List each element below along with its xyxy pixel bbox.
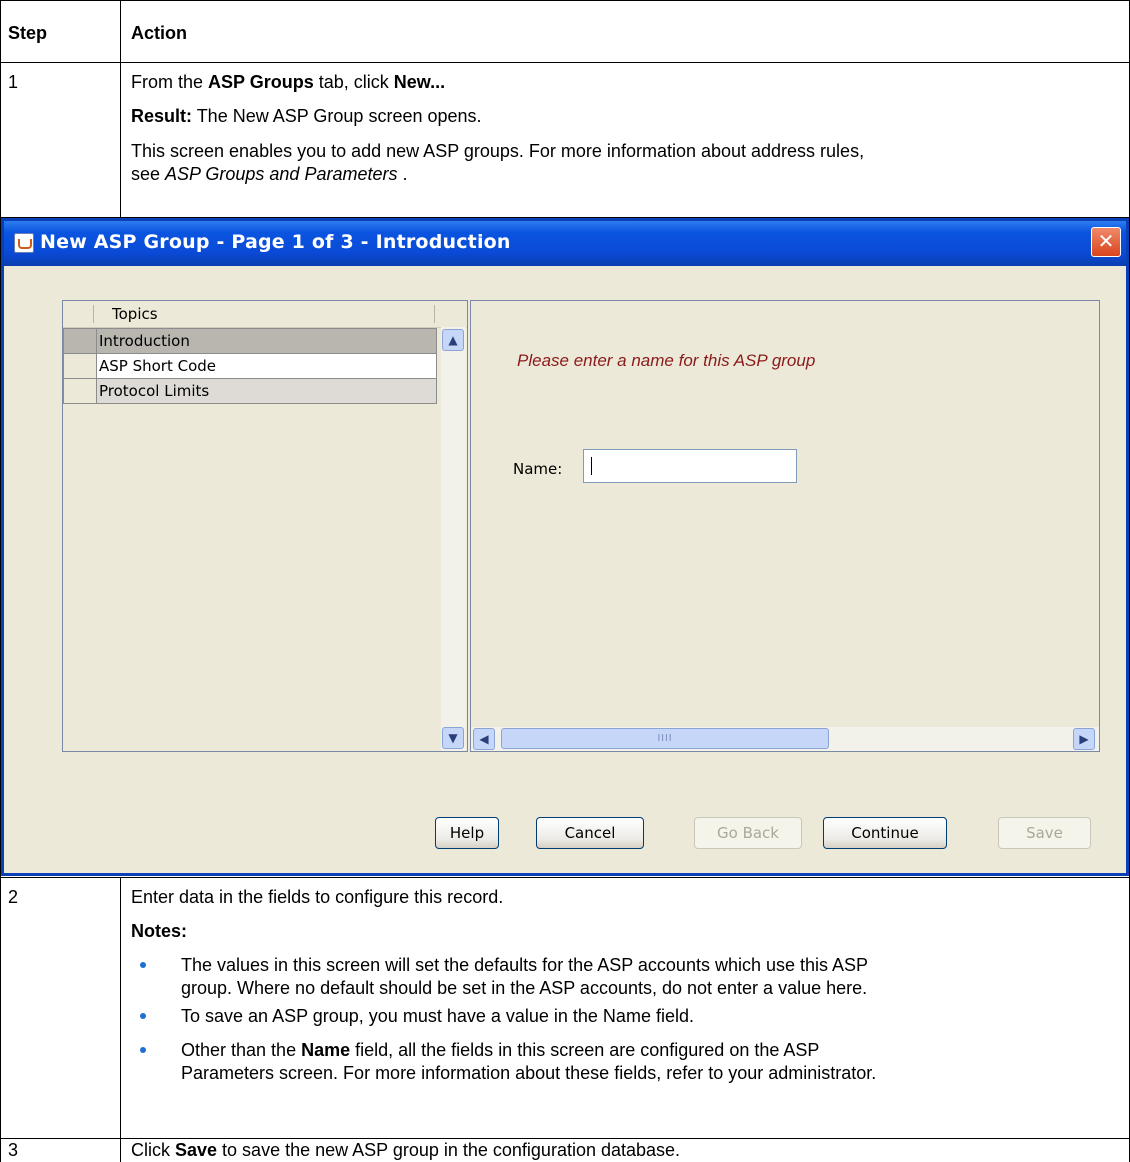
table-col-divider-lower — [120, 877, 121, 1162]
note3-line2: Parameters screen. For more information … — [181, 1063, 877, 1083]
scroll-up-icon[interactable]: ▲ — [442, 329, 464, 351]
table-col-divider — [120, 0, 121, 218]
close-button[interactable]: ✕ — [1091, 227, 1121, 257]
go-back-button[interactable]: Go Back — [694, 817, 802, 849]
note2-line1: To save an ASP group, you must have a va… — [181, 1006, 694, 1026]
procedure-table: Step Action 1 From the ASP Groups tab, c… — [0, 0, 1130, 1162]
new-asp-group-dialog: New ASP Group - Page 1 of 3 - Introducti… — [1, 218, 1129, 876]
scroll-down-icon[interactable]: ▼ — [442, 727, 464, 749]
step1-result: Result: The New ASP Group screen opens. — [131, 106, 482, 126]
help-button[interactable]: Help — [435, 817, 499, 849]
continue-button[interactable]: Continue — [823, 817, 947, 849]
name-prompt: Please enter a name for this ASP group — [517, 351, 816, 370]
table-border-header — [0, 62, 1130, 63]
horizontal-scrollbar[interactable]: ◀ IIII ▶ — [471, 727, 1099, 751]
bullet-icon — [140, 1013, 146, 1019]
header-action: Action — [131, 23, 187, 43]
text-caret — [591, 457, 592, 475]
topics-header: Topics — [63, 301, 467, 328]
topics-panel: Topics Introduction ASP Short Code Proto… — [62, 300, 468, 752]
notes-label: Notes: — [131, 921, 188, 941]
topics-header-label: Topics — [112, 305, 158, 323]
step-number-1: 1 — [8, 72, 19, 92]
topic-label: Introduction — [99, 332, 190, 350]
step1-instruction: From the ASP Groups tab, click New... — [131, 72, 446, 92]
note1-line1: The values in this screen will set the d… — [181, 955, 869, 975]
topics-vertical-scrollbar[interactable]: ▲ ▼ — [441, 327, 466, 751]
note3-line1: Other than the Name field, all the field… — [181, 1040, 820, 1060]
topic-item-asp-short-code[interactable]: ASP Short Code — [63, 353, 437, 379]
table-border-top — [0, 0, 1130, 1]
note1-line2: group. Where no default should be set in… — [181, 978, 868, 998]
bullet-icon — [140, 1047, 146, 1053]
save-button[interactable]: Save — [998, 817, 1091, 849]
step2-instruction: Enter data in the fields to configure th… — [131, 887, 504, 907]
step1-description-cont: see ASP Groups and Parameters . — [131, 164, 408, 184]
name-label: Name: — [513, 460, 563, 478]
scroll-thumb[interactable]: IIII — [501, 728, 829, 749]
introduction-pane: Please enter a name for this ASP group N… — [470, 300, 1100, 752]
dialog-title-bar[interactable]: New ASP Group - Page 1 of 3 - Introducti… — [4, 221, 1126, 266]
scroll-right-icon[interactable]: ▶ — [1073, 728, 1095, 750]
step-number-2: 2 — [8, 887, 19, 907]
scroll-left-icon[interactable]: ◀ — [473, 728, 495, 750]
topic-label: Protocol Limits — [99, 382, 210, 400]
step1-description: This screen enables you to add new ASP g… — [131, 141, 865, 161]
dialog-title: New ASP Group - Page 1 of 3 - Introducti… — [40, 231, 511, 253]
header-step: Step — [8, 23, 48, 43]
topic-label: ASP Short Code — [99, 357, 217, 375]
step-number-3: 3 — [8, 1140, 19, 1160]
asp-groups-link[interactable]: ASP Groups and Parameters — [165, 164, 397, 184]
topic-item-protocol-limits[interactable]: Protocol Limits — [63, 378, 437, 404]
bullet-icon — [140, 962, 146, 968]
topic-item-introduction[interactable]: Introduction — [63, 328, 437, 354]
cancel-button[interactable]: Cancel — [536, 817, 644, 849]
name-field[interactable] — [583, 449, 797, 483]
java-icon — [14, 233, 34, 253]
step3-instruction: Click Save to save the new ASP group in … — [131, 1140, 681, 1160]
table-border-dialog — [0, 877, 1130, 878]
